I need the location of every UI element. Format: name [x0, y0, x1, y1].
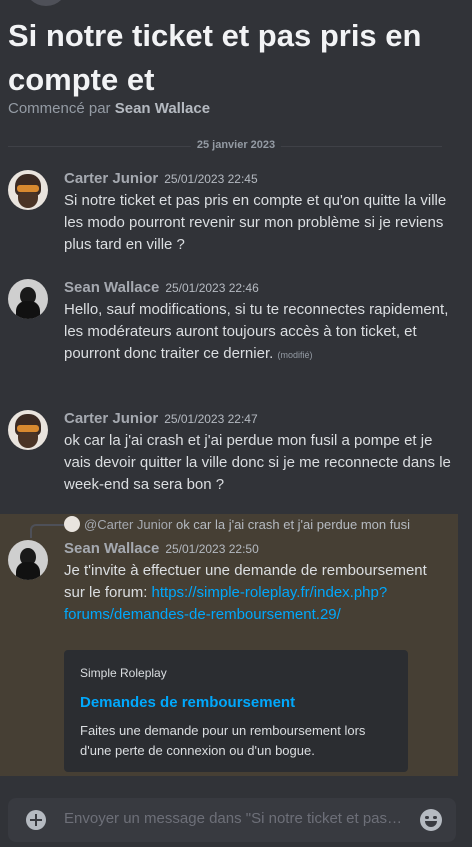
embed-description: Faites une demande pour un remboursement…: [80, 723, 366, 758]
message-composer: Envoyer un message dans "Si notre ticket…: [8, 798, 456, 842]
thread-title: Si notre ticket et pas pris en compte et: [8, 18, 422, 97]
reply-excerpt[interactable]: ok car la j'ai crash et j'ai perdue mon …: [176, 517, 410, 532]
message-content: Hello, sauf modifications, si tu te reco…: [64, 301, 449, 362]
message[interactable]: Carter Junior 25/01/2023 22:45 Si notre t…: [0, 168, 458, 258]
plus-circle-icon[interactable]: [26, 810, 46, 830]
reply-avatar: [64, 516, 80, 532]
message-author[interactable]: Carter Junior 25/01/2023 22:47: [64, 410, 258, 427]
message-author[interactable]: Carter Junior 25/01/2023 22:45: [64, 170, 258, 187]
avatar[interactable]: [8, 540, 48, 580]
message-content: Je t'invite à effectuer une demande de r…: [64, 562, 427, 623]
link-embed: Simple Roleplay Demandes de remboursemen…: [64, 650, 408, 772]
message-author[interactable]: Sean Wallace 25/01/2023 22:46: [64, 279, 259, 296]
message-timestamp: 25/01/2023 22:46: [165, 281, 259, 295]
date-divider: 25 janvier 2023: [190, 139, 282, 151]
message[interactable]: Sean Wallace 25/01/2023 22:46 Hello, sauf…: [0, 277, 458, 389]
message-content: Si notre ticket et pas pris en compte et…: [64, 192, 447, 253]
message-timestamp: 25/01/2023 22:50: [165, 542, 259, 556]
message-author[interactable]: Sean Wallace 25/01/2023 22:50: [64, 540, 259, 557]
started-prefix: Commencé par: [8, 100, 115, 117]
message-timestamp: 25/01/2023 22:47: [164, 412, 258, 426]
emoji-icon[interactable]: [420, 809, 442, 831]
avatar[interactable]: [8, 170, 48, 210]
message-input[interactable]: Envoyer un message dans "Si notre ticket…: [64, 810, 404, 827]
thread-started-by: Commencé par Sean Wallace: [8, 100, 210, 117]
started-by-author[interactable]: Sean Wallace: [115, 100, 210, 117]
message-timestamp: 25/01/2023 22:45: [164, 172, 258, 186]
edited-label: (modifié): [277, 350, 313, 360]
avatar[interactable]: [8, 279, 48, 319]
message[interactable]: Carter Junior 25/01/2023 22:47 ok car la …: [0, 408, 458, 498]
embed-provider[interactable]: Simple Roleplay: [80, 666, 392, 680]
message-content: ok car la j'ai crash et j'ai perdue mon …: [64, 432, 451, 493]
reply-reference[interactable]: @Carter Junior ok car la j'ai crash et j…: [64, 516, 410, 534]
embed-title[interactable]: Demandes de remboursement: [80, 694, 392, 711]
avatar[interactable]: [8, 410, 48, 450]
thread-starter-avatar: [24, 0, 68, 6]
reply-connector: [30, 524, 64, 538]
reply-author[interactable]: @Carter Junior: [84, 517, 172, 532]
